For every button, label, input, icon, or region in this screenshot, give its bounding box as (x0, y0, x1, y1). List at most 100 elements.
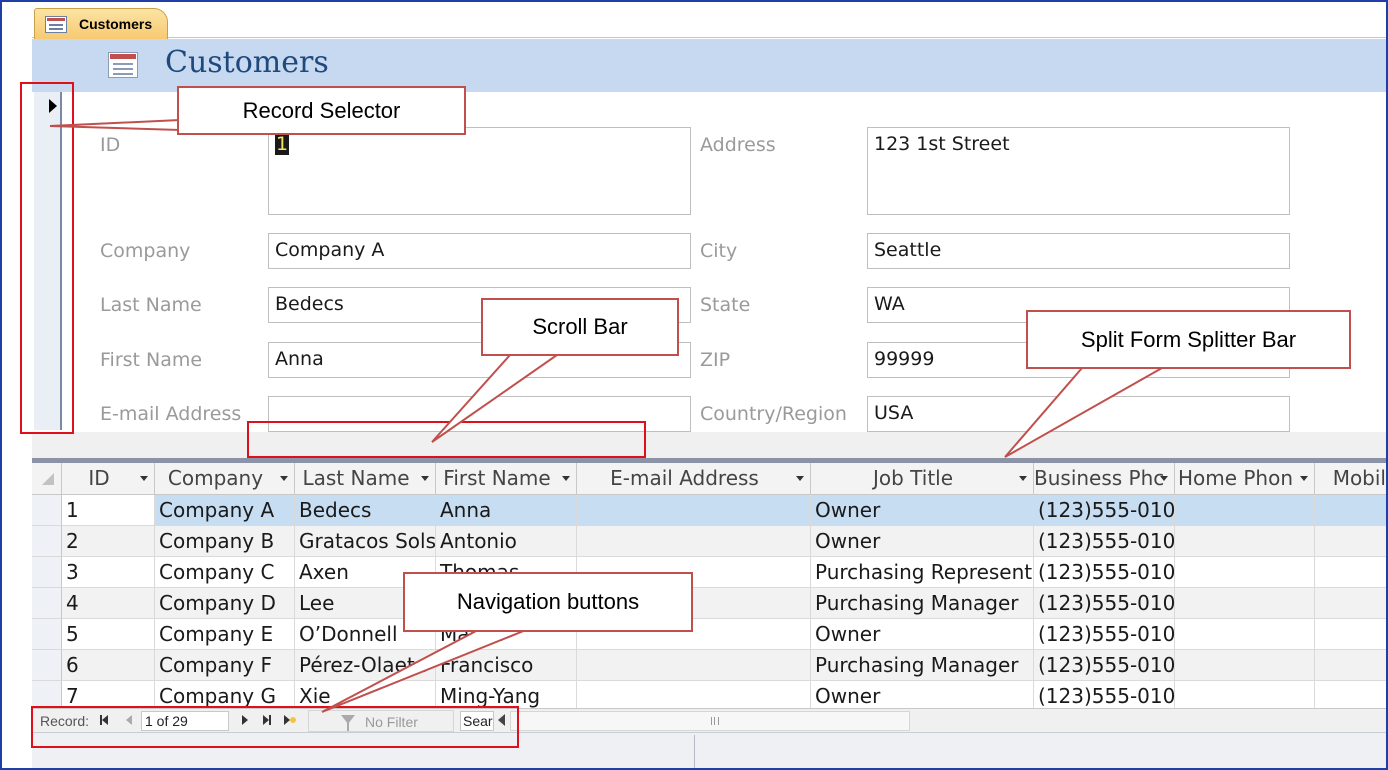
table-cell[interactable]: (123)555-0100 (1034, 557, 1175, 588)
row-selector[interactable] (32, 557, 62, 588)
table-cell[interactable] (577, 495, 811, 526)
table-cell[interactable] (1315, 557, 1386, 588)
table-cell[interactable] (577, 681, 811, 708)
horizontal-scrollbar[interactable] (510, 711, 910, 731)
dropdown-arrow-icon[interactable] (796, 476, 804, 481)
table-cell[interactable]: Owner (811, 681, 1034, 708)
address-field[interactable]: 123 1st Street (867, 127, 1290, 215)
callout-splitter-bar: Split Form Splitter Bar (1026, 310, 1351, 369)
column-header[interactable]: Home Phon (1175, 463, 1315, 495)
table-cell[interactable]: Company G (155, 681, 295, 708)
table-cell[interactable]: (123)555-0100 (1034, 619, 1175, 650)
table-cell[interactable] (1175, 526, 1315, 557)
dropdown-arrow-icon[interactable] (280, 476, 288, 481)
table-cell[interactable] (577, 526, 811, 557)
table-cell[interactable]: Company E (155, 619, 295, 650)
id-field[interactable]: 1 (268, 127, 691, 215)
table-cell[interactable] (1315, 526, 1386, 557)
table-cell[interactable]: 1 (62, 495, 155, 526)
table-cell[interactable] (1175, 681, 1315, 708)
table-cell[interactable]: Owner (811, 495, 1034, 526)
form-scroll-area[interactable] (32, 432, 1386, 458)
table-cell[interactable]: 2 (62, 526, 155, 557)
datasheet: ID Company Last Name First Name E-mail Addre… (32, 463, 1386, 708)
table-cell[interactable]: (123)555-0100 (1034, 588, 1175, 619)
dropdown-arrow-icon[interactable] (562, 476, 570, 481)
table-row[interactable]: 6 Company F Pérez-Olaeta Francisco Purchasin… (32, 650, 1386, 681)
table-cell[interactable] (1175, 495, 1315, 526)
table-cell[interactable] (1315, 681, 1386, 708)
table-cell[interactable]: 3 (62, 557, 155, 588)
table-cell[interactable]: Xie (295, 681, 436, 708)
dropdown-arrow-icon[interactable] (140, 476, 148, 481)
table-cell[interactable] (1175, 650, 1315, 681)
table-row[interactable]: 1 Company A Bedecs Anna Owner (123)555-0100 (32, 495, 1386, 526)
column-header[interactable]: Mobile (1315, 463, 1386, 495)
table-cell[interactable]: (123)555-0100 (1034, 650, 1175, 681)
row-selector[interactable] (32, 619, 62, 650)
table-row[interactable]: 3Company CAxenThomasPurchasing Represent… (32, 557, 1386, 588)
city-field[interactable]: Seattle (867, 233, 1290, 269)
table-cell[interactable]: Company C (155, 557, 295, 588)
column-header-label: Home Phon (1177, 466, 1294, 490)
table-cell[interactable] (1315, 619, 1386, 650)
table-cell[interactable] (1175, 588, 1315, 619)
table-cell[interactable] (577, 650, 811, 681)
table-cell[interactable]: Company F (155, 650, 295, 681)
table-cell[interactable]: Purchasing Representative (811, 557, 1034, 588)
table-cell[interactable]: Ming-Yang (436, 681, 577, 708)
column-header[interactable]: Last Name (295, 463, 436, 495)
column-header[interactable]: ID (62, 463, 155, 495)
table-cell[interactable] (1175, 557, 1315, 588)
table-cell[interactable]: Francisco (436, 650, 577, 681)
table-row[interactable]: 4Company DLeeChristinaPurchasing Manager… (32, 588, 1386, 619)
dropdown-arrow-icon[interactable] (1160, 476, 1168, 481)
dropdown-arrow-icon[interactable] (1019, 476, 1027, 481)
table-cell[interactable]: Antonio (436, 526, 577, 557)
row-selector[interactable] (32, 526, 62, 557)
row-selector[interactable] (32, 681, 62, 708)
table-cell[interactable]: Anna (436, 495, 577, 526)
column-header[interactable]: Job Title (811, 463, 1034, 495)
column-header-label: Business Phc (1034, 466, 1165, 490)
table-row[interactable]: 7 Company G Xie Ming-Yang Owner (123)555-0100 (32, 681, 1386, 708)
table-cell[interactable]: Pérez-Olaeta (295, 650, 436, 681)
table-cell[interactable] (1315, 588, 1386, 619)
company-field[interactable]: Company A (268, 233, 691, 269)
table-cell[interactable]: 5 (62, 619, 155, 650)
table-cell[interactable]: (123)555-0100 (1034, 495, 1175, 526)
table-row[interactable]: 5 Company E O’Donnell Martin Owner (123)555-0… (32, 619, 1386, 650)
row-selector[interactable] (32, 650, 62, 681)
table-cell[interactable]: Company A (155, 495, 295, 526)
table-cell[interactable]: Owner (811, 619, 1034, 650)
scroll-thumb-grip-icon[interactable] (711, 717, 719, 725)
row-selector[interactable] (32, 588, 62, 619)
table-cell[interactable] (1315, 650, 1386, 681)
table-cell[interactable]: 7 (62, 681, 155, 708)
table-cell[interactable]: (123)555-0100 (1034, 681, 1175, 708)
table-cell[interactable]: Purchasing Manager (811, 588, 1034, 619)
country-field[interactable]: USA (867, 396, 1290, 432)
row-selector[interactable] (32, 495, 62, 526)
column-header[interactable]: First Name (436, 463, 577, 495)
column-header[interactable]: E-mail Address (577, 463, 811, 495)
table-cell[interactable]: Gratacos Solsona (295, 526, 436, 557)
table-cell[interactable]: Purchasing Manager (811, 650, 1034, 681)
select-all-corner[interactable] (32, 463, 62, 495)
table-cell[interactable] (1315, 495, 1386, 526)
dropdown-arrow-icon[interactable] (1300, 476, 1308, 481)
table-row[interactable]: 2Company BGratacos SolsonaAntonio Owner(1… (32, 526, 1386, 557)
table-cell[interactable]: Company D (155, 588, 295, 619)
table-cell[interactable] (1175, 619, 1315, 650)
tab-customers[interactable]: Customers (34, 8, 168, 40)
table-cell[interactable]: (123)555-0100 (1034, 526, 1175, 557)
dropdown-arrow-icon[interactable] (421, 476, 429, 481)
column-header[interactable]: Company (155, 463, 295, 495)
label-id: ID (100, 134, 121, 156)
table-cell[interactable]: Owner (811, 526, 1034, 557)
column-header[interactable]: Business Phc (1034, 463, 1175, 495)
table-cell[interactable]: Company B (155, 526, 295, 557)
table-cell[interactable]: Bedecs (295, 495, 436, 526)
table-cell[interactable]: 4 (62, 588, 155, 619)
table-cell[interactable]: 6 (62, 650, 155, 681)
